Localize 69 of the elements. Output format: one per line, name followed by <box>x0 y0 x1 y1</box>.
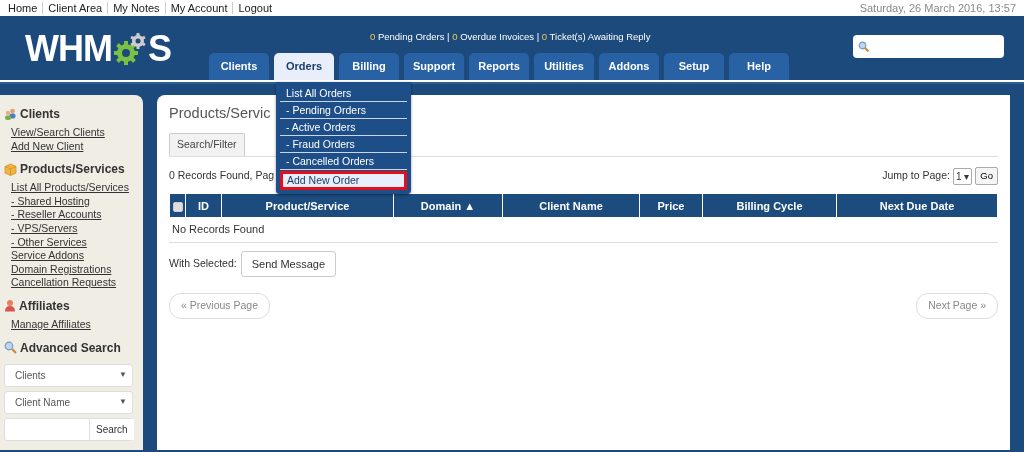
top-nav-link[interactable]: Home <box>8 2 43 14</box>
with-selected-label: With Selected: <box>169 256 237 272</box>
column-header[interactable]: Billing Cycle <box>703 194 836 218</box>
sidebar-link[interactable]: Manage Affiliates <box>11 317 91 332</box>
sidebar-link[interactable]: - Shared Hosting <box>11 194 90 209</box>
people-icon <box>4 108 17 120</box>
sidebar-link[interactable]: Service Addons <box>11 249 84 263</box>
column-header[interactable]: Price <box>640 194 702 218</box>
select-all-checkbox[interactable] <box>172 201 183 212</box>
section-heading: Affiliates <box>19 297 70 315</box>
sidebar-link[interactable]: Add New Client <box>11 139 84 154</box>
sidebar-link[interactable]: Domain Registrations <box>11 262 112 277</box>
sidebar-link[interactable]: - Reseller Accounts <box>11 208 102 222</box>
nav-tab[interactable]: Orders <box>274 53 334 80</box>
sidebar-link[interactable]: - Other Services <box>11 235 87 250</box>
send-message-button[interactable]: Send Message <box>240 250 337 278</box>
search-button[interactable]: Search <box>89 418 134 440</box>
sidebar-link[interactable]: List All Products/Services <box>11 181 129 195</box>
menu-item[interactable]: - Pending Orders <box>280 102 407 119</box>
logo-text: WHM <box>25 31 112 67</box>
nav-tab[interactable]: Setup <box>664 53 724 80</box>
sidebar-link[interactable]: - VPS/Servers <box>11 221 78 236</box>
nav-tab[interactable]: Reports <box>469 53 529 80</box>
top-nav-link[interactable]: Client Area <box>42 2 108 14</box>
next-page-button[interactable]: Next Page » <box>916 293 998 320</box>
go-button[interactable]: Go <box>975 167 998 186</box>
menu-item[interactable]: - Active Orders <box>280 119 407 136</box>
search-field[interactable]: Search <box>4 417 133 441</box>
nav-tab[interactable]: Help <box>729 53 789 80</box>
column-header[interactable]: Domain ▲ <box>394 194 502 218</box>
records-text: 0 Records Found, Pag <box>169 168 275 184</box>
top-nav-link[interactable]: My Account <box>164 2 233 14</box>
column-header[interactable]: Next Due Date <box>837 194 997 218</box>
menu-item[interactable]: List All Orders <box>280 85 407 102</box>
sidebar-link[interactable]: View/Search Clients <box>11 126 105 140</box>
filter-tab[interactable]: Search/Filter <box>169 133 245 157</box>
dropdown-select[interactable]: Clients ▼ <box>4 363 133 387</box>
top-nav-link[interactable]: Logout <box>232 2 278 14</box>
gear-logo-icon <box>111 32 148 66</box>
box-icon <box>4 162 17 176</box>
section-heading: Clients <box>20 106 60 123</box>
menu-item[interactable]: Add New Order <box>280 171 407 190</box>
search-icon <box>4 341 17 355</box>
menu-item[interactable]: - Fraud Orders <box>280 136 407 153</box>
empty-message: No Records Found <box>172 223 265 236</box>
section-heading: Products/Services <box>20 161 125 179</box>
sidebar-link[interactable]: Cancellation Requests <box>11 276 117 290</box>
previous-page-button[interactable]: « Previous Page <box>169 293 271 320</box>
section-heading: Advanced Search <box>20 339 121 357</box>
page-select[interactable]: 1 ▾ <box>952 167 973 185</box>
jump-label: Jump to Page: <box>882 168 950 184</box>
column-header[interactable]: Product/Service <box>222 194 393 218</box>
nav-tab[interactable]: Utilities <box>534 53 594 80</box>
nav-tab[interactable]: Support <box>404 53 464 80</box>
dropdown-select[interactable]: Client Name ▼ <box>4 390 133 414</box>
date-time: Saturday, 26 March 2016, 13:57 <box>859 0 1016 16</box>
top-nav-link[interactable]: My Notes <box>107 2 165 14</box>
column-header[interactable]: Client Name <box>503 194 639 218</box>
person-icon <box>4 299 16 313</box>
column-header[interactable]: ID <box>186 194 221 218</box>
search-icon <box>858 41 869 52</box>
nav-tab[interactable]: Clients <box>209 53 269 80</box>
nav-tab[interactable]: Billing <box>339 53 399 80</box>
search-field[interactable] <box>853 35 1004 58</box>
page-title: Products/Servic <box>169 105 271 123</box>
logo-text: S <box>147 31 171 67</box>
notice-text: 0 Pending Orders | 0 Overdue Invoices | 0 Ticket(s) Awaiting Reply <box>370 30 651 44</box>
menu-item[interactable]: - Cancelled Orders <box>280 153 407 170</box>
nav-tab[interactable]: Addons <box>599 53 659 80</box>
